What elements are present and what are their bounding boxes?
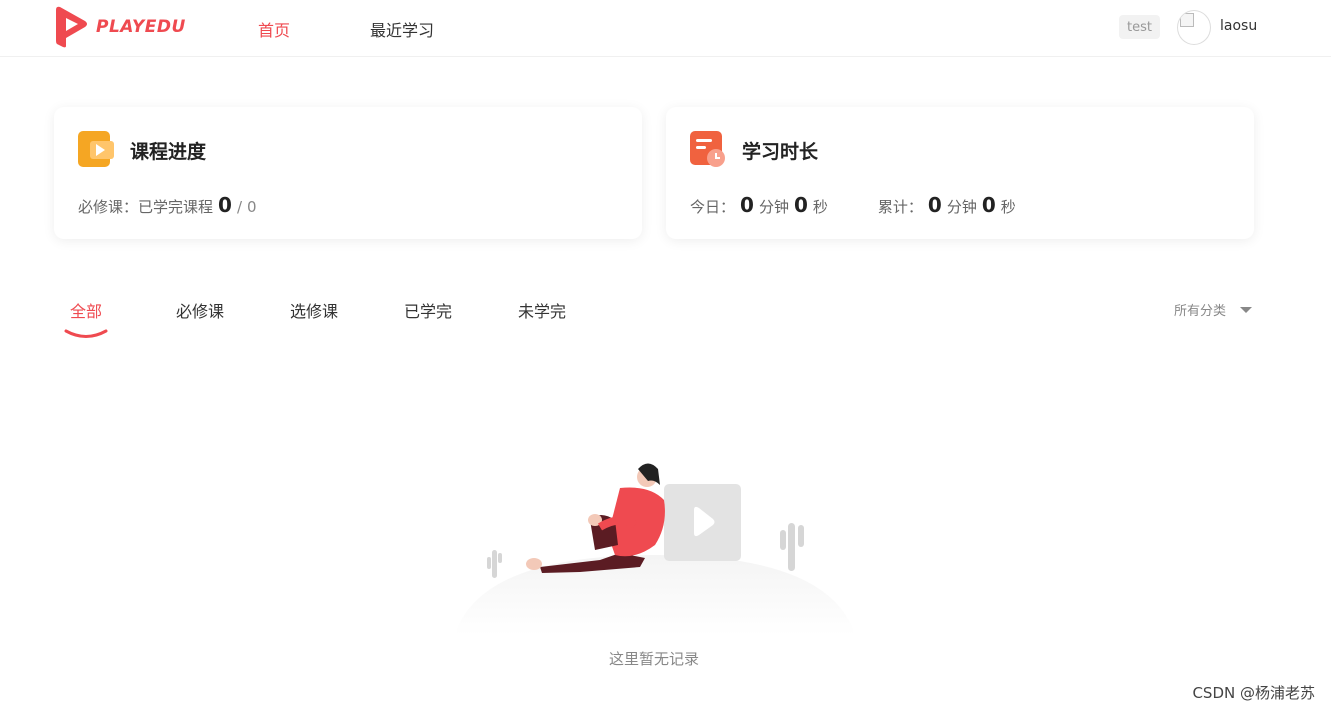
time-row: 今日： 0 分钟 0 秒 累计： 0 分钟 0 秒 <box>690 193 1016 217</box>
today-seconds: 0 <box>793 193 808 217</box>
logo[interactable]: PLAYEDU <box>52 6 186 48</box>
course-video-icon <box>78 131 114 167</box>
progress-row: 必修课：已学完课程 0 / 0 <box>78 193 257 217</box>
total-seconds: 0 <box>981 193 996 217</box>
second-unit: 秒 <box>812 198 828 216</box>
tab-incomplete[interactable]: 未学完 <box>518 298 566 322</box>
completed-count: 0 <box>218 193 232 217</box>
total-minutes: 0 <box>927 193 942 217</box>
category-filter[interactable]: 所有分类 <box>1174 300 1253 319</box>
minute-unit: 分钟 <box>758 198 789 216</box>
nav-home[interactable]: 首页 <box>258 17 290 41</box>
empty-state-text: 这里暂无记录 <box>608 650 699 668</box>
course-progress-card: 课程进度 必修课：已学完课程 0 / 0 <box>54 107 642 239</box>
tab-required[interactable]: 必修课 <box>176 298 224 322</box>
playedu-logo-icon <box>56 6 87 48</box>
tab-completed[interactable]: 已学完 <box>404 298 452 322</box>
nav-recent-study[interactable]: 最近学习 <box>370 17 434 41</box>
progress-label: 必修课：已学完课程 <box>78 198 214 216</box>
study-time-card: 学习时长 今日： 0 分钟 0 秒 累计： 0 分钟 0 秒 <box>666 107 1254 239</box>
clock-calendar-icon <box>690 131 725 167</box>
category-filter-label: 所有分类 <box>1174 304 1227 319</box>
card-title: 学习时长 <box>742 141 819 163</box>
username[interactable]: laosu <box>1220 18 1257 34</box>
department-badge: test <box>1119 15 1160 39</box>
today-minutes: 0 <box>740 193 754 217</box>
separator: / <box>236 198 242 216</box>
broken-image-icon <box>1180 13 1194 27</box>
total-label: 累计： <box>877 198 923 216</box>
today-label: 今日： <box>690 198 736 216</box>
active-tab-indicator <box>64 329 108 338</box>
caret-down-icon <box>1240 306 1253 313</box>
watermark: CSDN @杨浦老苏 <box>1192 684 1315 702</box>
tab-all[interactable]: 全部 <box>70 298 102 322</box>
second-unit: 秒 <box>1000 198 1016 216</box>
total-count: 0 <box>247 198 257 216</box>
card-title: 课程进度 <box>130 141 207 163</box>
tab-elective[interactable]: 选修课 <box>290 298 338 322</box>
logo-text: PLAYEDU <box>96 17 186 37</box>
top-header: PLAYEDU 首页 最近学习 test laosu <box>0 0 1331 57</box>
minute-unit: 分钟 <box>946 198 977 216</box>
avatar[interactable] <box>1177 10 1211 45</box>
empty-state-illustration <box>455 463 855 635</box>
